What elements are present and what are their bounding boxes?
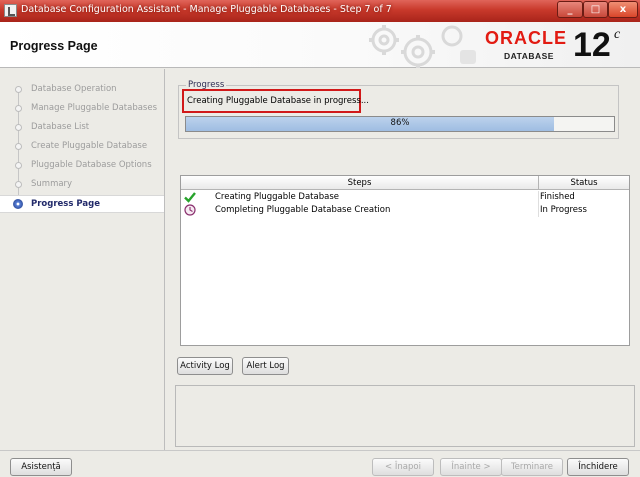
steps-table-header: Steps Status [181,176,629,190]
nav-item-label: Database List [31,122,90,132]
minimize-button[interactable]: _ [557,1,583,18]
column-header-steps[interactable]: Steps [181,178,538,188]
progress-bar: 86% [185,116,615,132]
help-button[interactable]: Asistență [10,458,72,476]
step-name: Completing Pluggable Database Creation [215,205,391,215]
nav-item-database-list[interactable]: Database List [0,119,164,137]
maximize-button[interactable]: □ [583,1,608,18]
step-status: In Progress [540,205,587,215]
step-dot-icon [15,105,22,112]
cell-divider [538,191,539,204]
step-dot-icon [15,162,22,169]
close-window-button[interactable]: x [608,1,638,18]
nav-item-label: Progress Page [31,199,100,209]
cell-divider [538,204,539,217]
nav-item-progress-page[interactable]: Progress Page [0,195,164,213]
next-button[interactable]: Înainte > [440,458,502,476]
table-row[interactable]: Creating Pluggable Database Finished [181,191,629,204]
oracle-database-label: DATABASE [504,51,554,61]
nav-item-database-operation[interactable]: Database Operation [0,81,164,99]
nav-item-manage-pluggable-databases[interactable]: Manage Pluggable Databases [0,100,164,118]
nav-item-label: Create Pluggable Database [31,141,148,151]
back-button[interactable]: < Înapoi [372,458,434,476]
close-button[interactable]: Închidere [567,458,629,476]
version-suffix: c [614,27,621,42]
window-title: Database Configuration Assistant - Manag… [21,4,392,15]
wizard-footer: Asistență < Înapoi Înainte > Terminare Î… [0,450,640,477]
nav-item-create-pluggable-database[interactable]: Create Pluggable Database [0,138,164,156]
check-icon [184,192,196,203]
gears-graphic-icon [369,25,476,68]
nav-item-label: Summary [31,179,73,189]
alert-log-button[interactable]: Alert Log [242,357,289,375]
step-dot-icon [15,124,22,131]
nav-item-label: Database Operation [31,84,117,94]
step-dot-icon [15,143,22,150]
current-step-icon [13,199,23,209]
page-header: Progress Page ORACLE DATABASE 12 c [0,22,640,68]
log-details-area [175,385,635,447]
step-dot-icon [15,181,22,188]
step-status: Finished [540,192,575,202]
main-panel: Progress Creating Pluggable Database in … [165,69,640,450]
finish-button[interactable]: Terminare [501,458,563,476]
step-name: Creating Pluggable Database [215,192,339,202]
wizard-steps-nav: Database Operation Manage Pluggable Data… [0,69,165,450]
nav-item-pluggable-database-options[interactable]: Pluggable Database Options [0,157,164,175]
activity-log-button[interactable]: Activity Log [177,357,233,375]
clock-icon [184,204,196,216]
progress-percent: 86% [390,118,410,128]
java-app-icon [4,4,17,17]
page-title: Progress Page [10,39,98,53]
oracle-logo: ORACLE [485,28,567,48]
nav-item-label: Pluggable Database Options [31,160,152,170]
nav-item-label: Manage Pluggable Databases [31,103,158,113]
table-row[interactable]: Completing Pluggable Database Creation I… [181,204,629,217]
column-header-status[interactable]: Status [539,178,629,188]
nav-item-summary[interactable]: Summary [0,176,164,194]
window-titlebar: Database Configuration Assistant - Manag… [0,0,640,22]
version-number: 12 [573,26,611,64]
progress-status-text: Creating Pluggable Database in progress.… [182,89,369,113]
steps-table: Steps Status Creating Pluggable Database… [180,175,630,346]
step-dot-icon [15,86,22,93]
